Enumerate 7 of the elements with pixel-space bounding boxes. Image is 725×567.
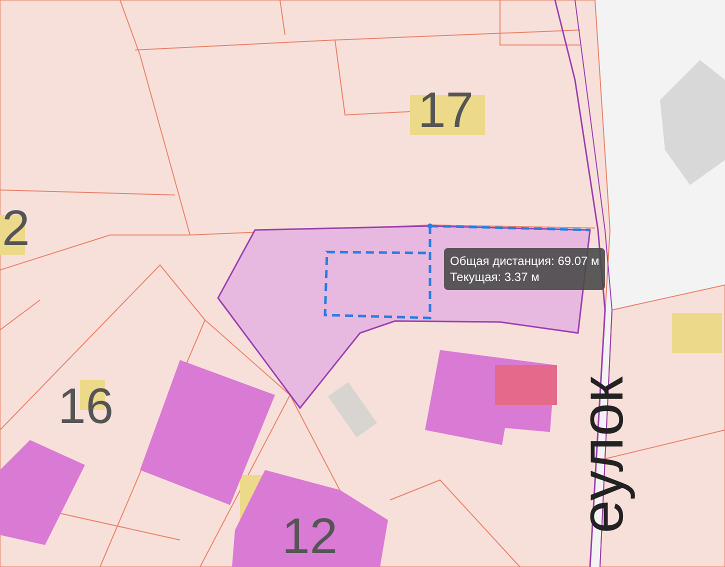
parcel-number: 12: [282, 508, 338, 564]
parcel-number: 16: [58, 378, 114, 434]
parcel-number: 17: [418, 82, 474, 138]
street-label: еулок: [570, 376, 634, 534]
current-distance-text: Текущая: 3.37 м: [450, 269, 540, 285]
parcel-number: 2: [2, 200, 30, 256]
total-distance-text: Общая дистанция: 69.07 м: [450, 253, 600, 269]
